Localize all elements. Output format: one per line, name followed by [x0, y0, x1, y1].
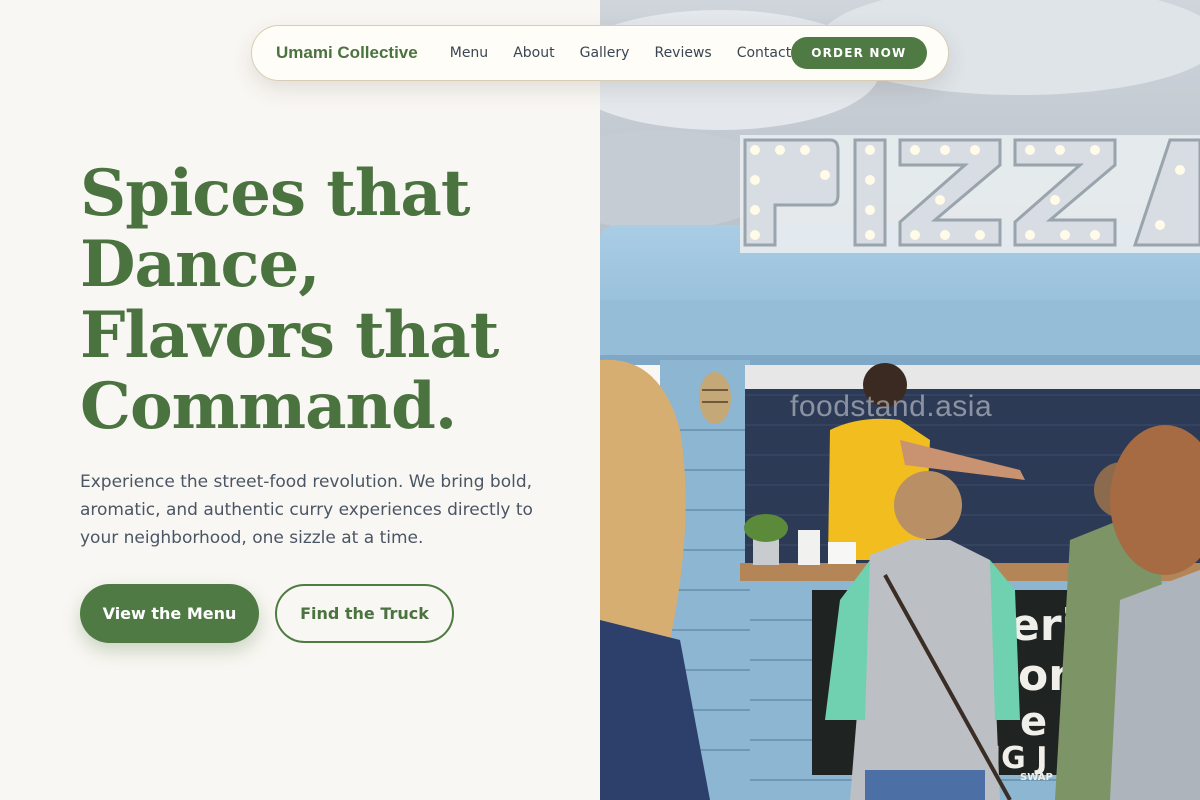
top-nav: Umami Collective Menu About Gallery Revi… — [251, 25, 949, 81]
headline-line-4: Command. — [80, 369, 457, 444]
order-now-button[interactable]: ORDER NOW — [791, 37, 927, 69]
brand-logo[interactable]: Umami Collective — [276, 43, 418, 63]
headline-line-3: Flavors that — [80, 298, 499, 373]
headline-line-2: Dance, — [80, 227, 320, 302]
nav-link-reviews[interactable]: Reviews — [654, 45, 711, 61]
nav-links: Menu About Gallery Reviews Contact — [450, 45, 791, 61]
hero-description: Experience the street-food revolution. W… — [80, 472, 533, 548]
nav-link-menu[interactable]: Menu — [450, 45, 488, 61]
nav-link-contact[interactable]: Contact — [737, 45, 791, 61]
hero-headline: Spices that Dance, Flavors that Command. — [80, 158, 580, 442]
nav-link-about[interactable]: About — [513, 45, 554, 61]
pizza-sign — [740, 135, 1200, 253]
find-truck-button[interactable]: Find the Truck — [275, 584, 454, 643]
hero-image: erit oni e - IG J SWAP FOR VE foodstand.… — [600, 0, 1200, 800]
nav-link-gallery[interactable]: Gallery — [580, 45, 630, 61]
headline-line-1: Spices that — [80, 156, 470, 231]
view-menu-button[interactable]: View the Menu — [80, 584, 259, 643]
watermark-text: foodstand.asia — [790, 390, 993, 423]
